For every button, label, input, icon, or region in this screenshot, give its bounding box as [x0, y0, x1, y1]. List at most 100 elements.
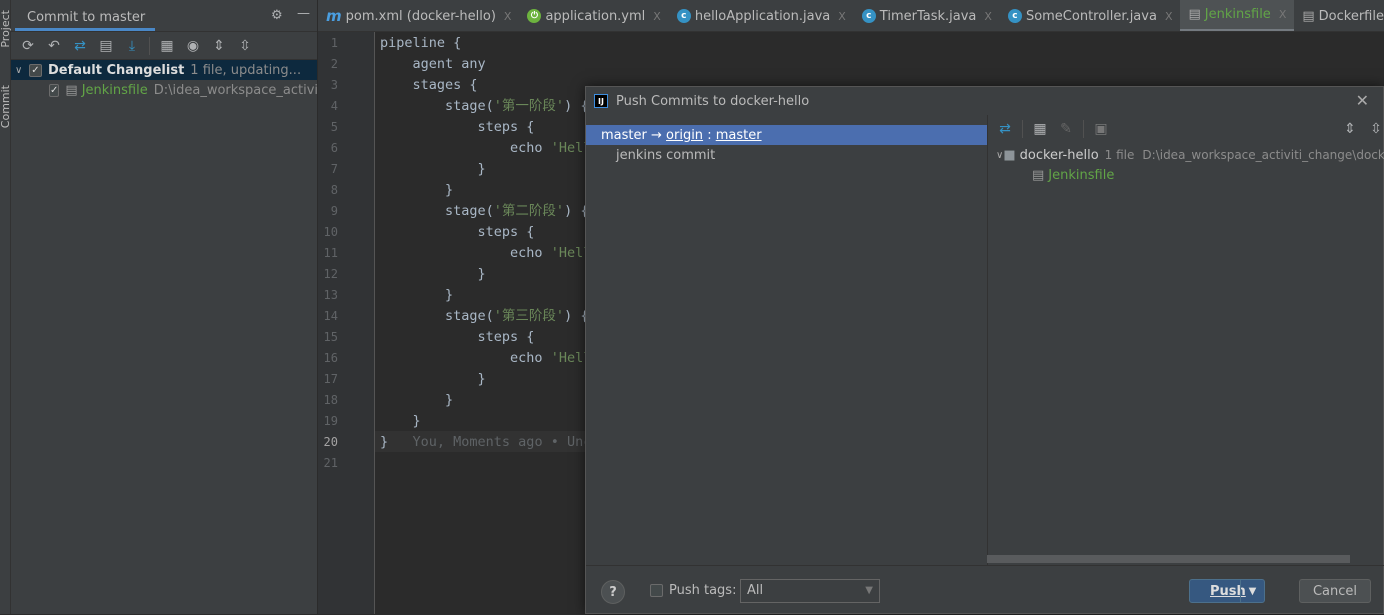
- code-token: }: [380, 434, 389, 450]
- chevron-down-icon[interactable]: ∨: [996, 150, 1003, 161]
- line-number: 13: [323, 288, 338, 302]
- branch-row[interactable]: master → origin : master: [586, 125, 987, 145]
- tab-jenkinsfile[interactable]: ▤ Jenkinsfile X: [1180, 0, 1295, 31]
- changelist-icon[interactable]: ▤: [97, 37, 115, 55]
- repo-row[interactable]: ∨ ■ docker-hello 1 file D:\idea_workspac…: [988, 145, 1384, 165]
- line-number: 11: [323, 246, 338, 260]
- tab-helloapplication-java[interactable]: c helloApplication.java X: [669, 0, 854, 31]
- collapse-all-icon[interactable]: ⇳: [236, 37, 254, 55]
- file-icon: ▤: [65, 82, 78, 98]
- code-line: echo 'Hell: [380, 243, 591, 264]
- help-button[interactable]: ?: [601, 580, 625, 604]
- code-token: steps {: [380, 119, 535, 135]
- code-line: }: [380, 180, 453, 201]
- line-number: 3: [330, 78, 338, 92]
- close-tab-icon[interactable]: X: [984, 10, 992, 23]
- close-tab-icon[interactable]: X: [653, 10, 661, 23]
- line-number: 21: [323, 456, 338, 470]
- line-number: 12: [323, 267, 338, 281]
- tab-label: Dockerfile: [1318, 8, 1384, 24]
- remote-branch-link[interactable]: master: [716, 128, 762, 143]
- code-token: }: [380, 182, 454, 198]
- push-tags-select[interactable]: All ▼: [740, 579, 880, 603]
- file-icon: ▤: [1188, 7, 1201, 22]
- class-icon: c: [1007, 9, 1022, 23]
- code-line: pipeline {: [380, 33, 461, 54]
- code-token: }: [380, 287, 454, 303]
- file-path: D:\idea_workspace_activiti_ch: [153, 82, 317, 98]
- tab-label: pom.xml (docker-hello): [345, 8, 496, 24]
- refresh-icon[interactable]: ⟳: [19, 37, 37, 55]
- diff-icon[interactable]: ⇄: [996, 120, 1014, 138]
- file-row[interactable]: ▤ Jenkinsfile: [988, 165, 1384, 185]
- file-icon: ▤: [1302, 8, 1315, 24]
- commit-item[interactable]: jenkins commit: [586, 145, 987, 165]
- line-number: 7: [330, 162, 338, 176]
- gear-icon[interactable]: ⚙: [271, 8, 283, 23]
- code-token: echo: [380, 245, 551, 261]
- code-token: You, Moments ago • Unc: [388, 434, 592, 450]
- code-line: steps {: [380, 327, 535, 348]
- code-token: steps {: [380, 329, 535, 345]
- remote-link[interactable]: origin: [666, 128, 703, 143]
- line-number: 1: [330, 36, 338, 50]
- file-row[interactable]: ✓ ▤ Jenkinsfile D:\idea_workspace_activi…: [11, 80, 317, 100]
- dialog-title: Push Commits to docker-hello: [616, 93, 810, 109]
- expand-all-icon[interactable]: ⇕: [210, 37, 228, 55]
- intellij-logo-icon: IJ: [594, 94, 608, 108]
- tab-timertask-java[interactable]: c TimerTask.java X: [854, 0, 1000, 31]
- editor-tabs: m pom.xml (docker-hello) X ⏻ application.yml…: [318, 0, 1384, 32]
- code-line: }: [380, 411, 421, 432]
- line-number: 2: [330, 57, 338, 71]
- tab-application-yml[interactable]: ⏻ application.yml X: [519, 0, 668, 31]
- code-token: agent any: [380, 56, 486, 72]
- expand-all-icon[interactable]: ⇕: [1341, 120, 1359, 138]
- code-token: stage(: [380, 308, 494, 324]
- separator: :: [707, 127, 712, 143]
- code-line: agent any: [380, 54, 486, 75]
- changelist-row[interactable]: ∨ ✓ Default Changelist 1 file, updating.…: [11, 60, 317, 80]
- eye-icon[interactable]: ◉: [184, 37, 202, 55]
- close-tab-icon[interactable]: X: [1165, 10, 1173, 23]
- file-name: Jenkinsfile: [81, 82, 148, 98]
- cancel-button[interactable]: Cancel: [1299, 579, 1371, 603]
- minimize-icon[interactable]: —: [297, 6, 310, 21]
- push-button[interactable]: Push ▼: [1189, 579, 1265, 603]
- close-icon[interactable]: ✕: [1356, 91, 1369, 110]
- save-icon[interactable]: ▣: [1092, 120, 1110, 138]
- code-token: '第二阶段': [493, 203, 565, 219]
- chevron-down-icon[interactable]: ∨: [15, 65, 29, 76]
- changelist-name: Default Changelist: [48, 62, 185, 78]
- code-token: stage(: [380, 98, 494, 114]
- code-line: }: [380, 285, 453, 306]
- close-tab-icon[interactable]: X: [1279, 8, 1287, 21]
- edit-icon[interactable]: ✎: [1057, 120, 1075, 138]
- push-tags-checkbox[interactable]: [650, 584, 663, 597]
- changelist-checkbox[interactable]: ✓: [29, 63, 42, 77]
- line-number: 18: [323, 393, 338, 407]
- tab-dockerfile[interactable]: ▤DockerfileX: [1294, 0, 1384, 31]
- line-number: 15: [323, 330, 338, 344]
- rollback-icon[interactable]: ↶: [45, 37, 63, 55]
- group-icon[interactable]: ▦: [1031, 120, 1049, 138]
- code-token: '第三阶段': [493, 308, 565, 324]
- group-icon[interactable]: ▦: [158, 37, 176, 55]
- file-icon: ▤: [1032, 167, 1045, 183]
- file-checkbox[interactable]: ✓: [49, 83, 60, 97]
- collapse-all-icon[interactable]: ⇳: [1367, 120, 1384, 138]
- tab-somecontroller-java[interactable]: c SomeController.java X: [1000, 0, 1181, 31]
- code-line: }: [380, 390, 453, 411]
- diff-icon[interactable]: ⇄: [71, 37, 89, 55]
- close-tab-icon[interactable]: X: [504, 10, 512, 23]
- code-token: '第一阶段': [493, 98, 565, 114]
- changes-tree: ⇄ ▦ ✎ ▣ ⇕ ⇳ ∨ ■ docker-hello 1 file D:\i…: [987, 115, 1384, 565]
- update-icon[interactable]: ⤓: [123, 37, 141, 55]
- push-options-arrow-icon[interactable]: ▼: [1240, 580, 1264, 602]
- close-tab-icon[interactable]: X: [838, 10, 846, 23]
- code-line: stage('第三阶段') {: [380, 306, 588, 327]
- tab-pom-xml-docker-hello-[interactable]: m pom.xml (docker-hello) X: [318, 0, 519, 31]
- code-line: steps {: [380, 117, 535, 138]
- dropdown-arrow-icon: ▼: [865, 585, 873, 596]
- code-token: steps {: [380, 224, 535, 240]
- horizontal-scrollbar[interactable]: [987, 555, 1350, 563]
